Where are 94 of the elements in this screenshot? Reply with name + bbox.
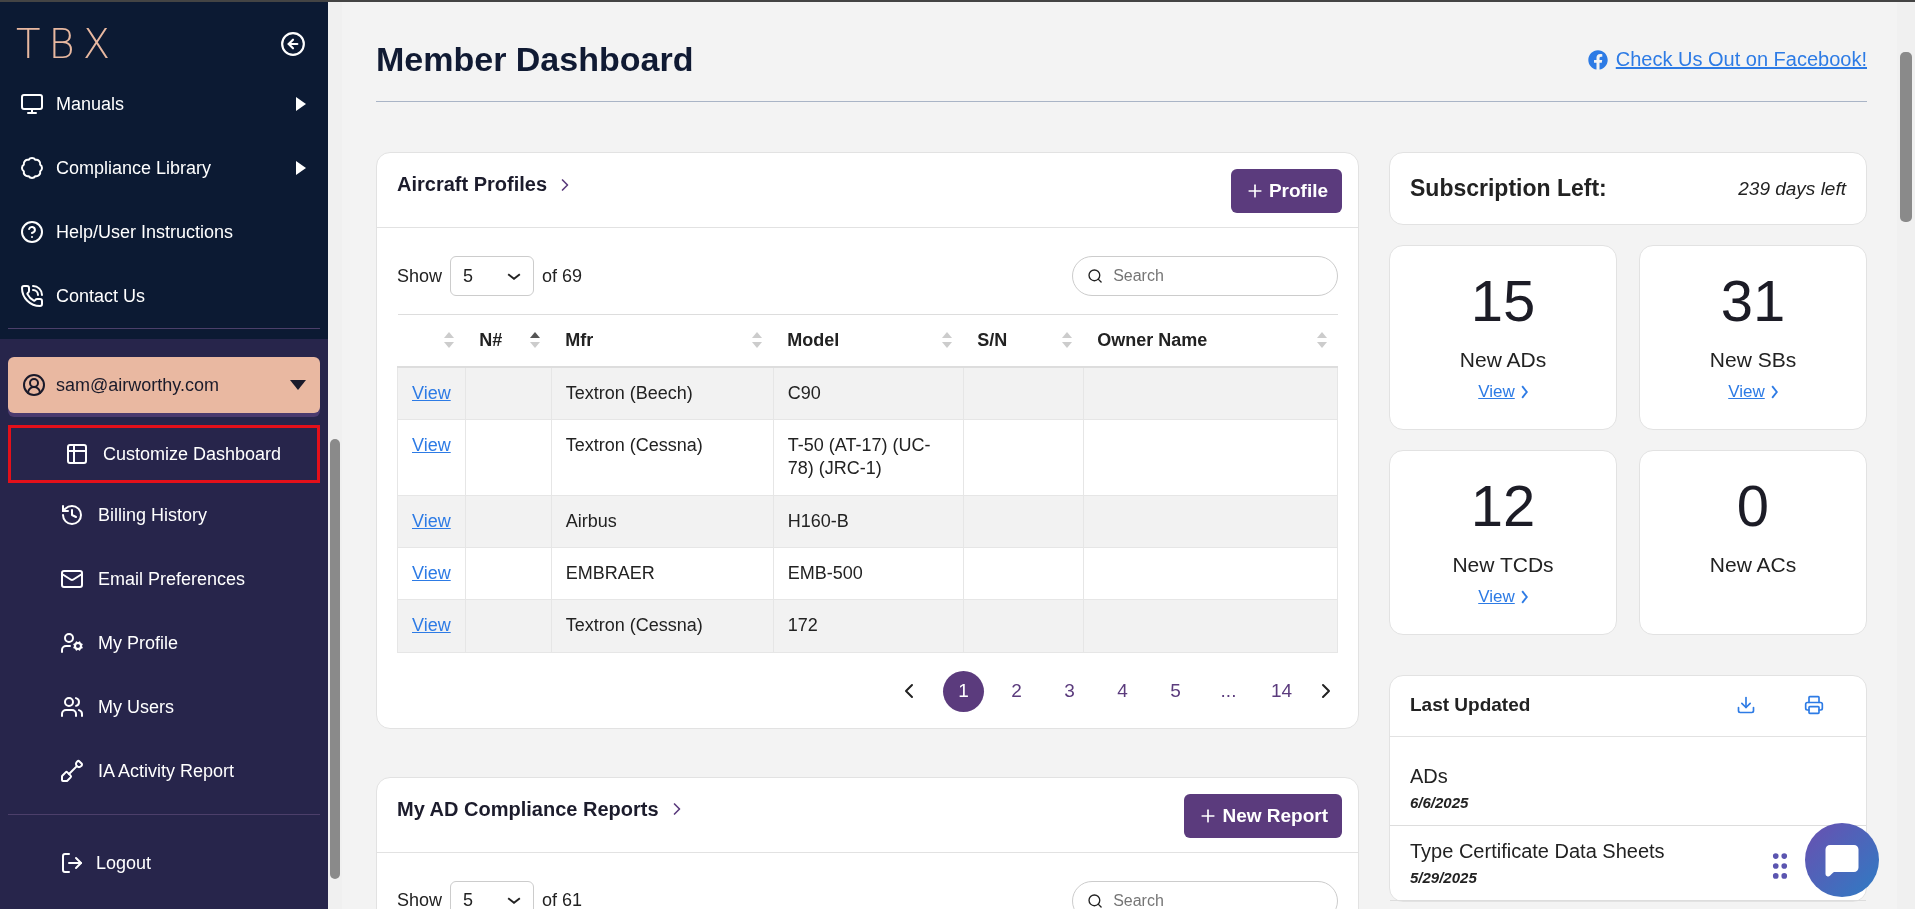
sidebar-item[interactable]: Contact Us	[0, 264, 328, 328]
page-button[interactable]: 14	[1261, 670, 1302, 712]
view-link[interactable]: View	[1478, 587, 1528, 607]
chevron-right-icon	[1770, 385, 1778, 399]
sidebar-item[interactable]: Email Preferences	[0, 547, 328, 611]
sidebar-item[interactable]: My Profile	[0, 611, 328, 675]
column-header[interactable]: Owner Name	[1097, 329, 1208, 351]
update-date: 5/29/2025	[1410, 869, 1478, 886]
show-label: Show	[397, 265, 443, 287]
new-report-button[interactable]: New Report	[1184, 793, 1342, 838]
update-name: Type Certificate Data Sheets	[1410, 840, 1666, 863]
logout-icon	[60, 851, 84, 875]
table-cell: EMB-500	[773, 547, 964, 600]
stat-count: 12	[1470, 477, 1536, 535]
chevron-right-icon	[1520, 590, 1528, 604]
print-icon[interactable]	[1804, 695, 1824, 715]
facebook-icon	[1587, 49, 1608, 70]
stat-count: 0	[1736, 477, 1770, 535]
facebook-link[interactable]: Check Us Out on Facebook!	[1587, 48, 1867, 71]
page-size-select[interactable]: 5	[450, 880, 535, 909]
view-link[interactable]: View	[412, 434, 451, 455]
chevron-down-icon	[507, 897, 522, 905]
table-cell: Textron (Beech)	[551, 366, 774, 420]
menu-icon	[20, 284, 44, 308]
table-cell: T-50 (AT-17) (UC-78) (JRC-1)	[773, 419, 964, 496]
sidebar-item[interactable]: Help/User Instructions	[0, 200, 328, 264]
sidebar-item[interactable]: Customize Dashboard	[8, 425, 320, 483]
caret-icon	[296, 161, 306, 175]
caret-icon	[296, 97, 306, 111]
sidebar-item[interactable]: IA Activity Report	[0, 739, 328, 803]
view-link[interactable]: View	[1478, 382, 1528, 402]
table-cell: EMBRAER	[551, 547, 774, 600]
chevron-down-icon	[507, 272, 522, 280]
stat-label: New ADs	[1459, 348, 1547, 372]
update-date: 6/6/2025	[1410, 794, 1470, 811]
sidebar-item[interactable]: Billing History	[0, 483, 328, 547]
page-button[interactable]: 5	[1155, 670, 1196, 712]
card-title-link[interactable]: My AD Compliance Reports	[397, 797, 687, 821]
chat-icon	[1824, 842, 1860, 878]
user-icon	[22, 373, 46, 397]
column-header[interactable]: S/N	[977, 329, 1008, 351]
menu-icon	[60, 503, 84, 527]
menu-icon	[20, 92, 44, 116]
table-cell: H160-B	[773, 495, 964, 548]
menu-icon	[65, 442, 89, 466]
page-size-select[interactable]: 5	[450, 256, 535, 296]
table-cell: C90	[773, 366, 964, 420]
card-title: Last Updated	[1410, 694, 1531, 716]
page-button[interactable]: 3	[1049, 670, 1090, 712]
column-header[interactable]: Model	[787, 329, 840, 351]
total-count: of 69	[542, 265, 583, 287]
scrollbar[interactable]	[1900, 52, 1912, 222]
search-icon	[1087, 267, 1104, 285]
sidebar-item[interactable]: Manuals	[0, 72, 328, 136]
menu-icon	[60, 567, 84, 591]
column-header[interactable]: Mfr	[565, 329, 594, 351]
card-title-link[interactable]: Aircraft Profiles	[397, 173, 576, 196]
logout-link[interactable]: Logout	[0, 831, 328, 895]
view-link[interactable]: View	[1728, 382, 1778, 402]
column-header[interactable]: N#	[479, 329, 503, 351]
search-icon	[1087, 891, 1104, 909]
stat-count: 31	[1720, 272, 1786, 330]
table-cell: Textron (Cessna)	[551, 419, 774, 496]
chevron-right-icon	[1520, 385, 1528, 399]
scrollbar[interactable]	[330, 439, 340, 879]
table-cell: Airbus	[551, 495, 774, 548]
logo[interactable]: TBX	[16, 24, 119, 64]
menu-icon	[20, 220, 44, 244]
sort-icon[interactable]	[529, 331, 542, 350]
sidebar-item[interactable]: Compliance Library	[0, 136, 328, 200]
table-cell: 172	[773, 599, 964, 653]
show-label: Show	[397, 890, 443, 909]
collapse-icon[interactable]	[280, 31, 306, 57]
page-button[interactable]: 2	[996, 670, 1037, 712]
menu-icon	[60, 631, 84, 655]
menu-icon	[60, 759, 84, 783]
total-count: of 61	[542, 890, 583, 909]
pagination-ellipsis: ...	[1219, 680, 1238, 703]
page-title: Member Dashboard	[376, 40, 694, 79]
stat-label: New TCDs	[1452, 553, 1554, 577]
table-cell: Textron (Cessna)	[551, 599, 774, 653]
sidebar-item[interactable]: My Users	[0, 675, 328, 739]
stat-label: New SBs	[1709, 348, 1797, 372]
stat-count: 15	[1470, 272, 1536, 330]
add-profile-button[interactable]: Profile	[1230, 169, 1342, 213]
page-button[interactable]: 1	[943, 670, 984, 712]
subscription-label: Subscription Left:	[1410, 175, 1607, 202]
menu-icon	[60, 695, 84, 719]
page-button[interactable]: 4	[1102, 670, 1143, 712]
update-name: ADs	[1410, 765, 1449, 788]
stat-label: New ACs	[1709, 553, 1797, 577]
download-icon[interactable]	[1736, 695, 1756, 715]
menu-icon	[20, 156, 44, 180]
subscription-value: 239 days left	[1738, 177, 1846, 200]
